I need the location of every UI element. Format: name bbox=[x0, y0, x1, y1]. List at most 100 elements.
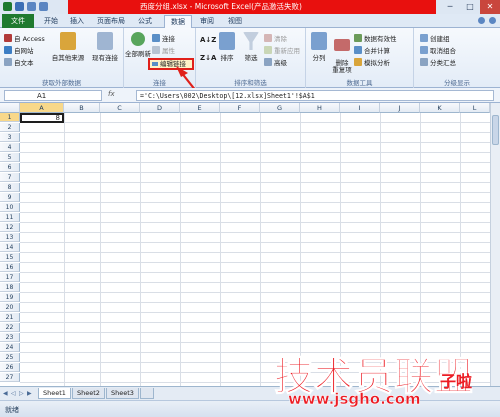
from-text-button[interactable]: 自文本 bbox=[4, 57, 34, 67]
formula-input[interactable]: ='C:\Users\002\Desktop\[12.xlsx]Sheet1'!… bbox=[136, 90, 494, 101]
what-if-button[interactable]: 模拟分析 bbox=[354, 57, 390, 67]
row-header[interactable]: 21 bbox=[0, 313, 20, 322]
row-header[interactable]: 17 bbox=[0, 273, 20, 282]
row-header[interactable]: 4 bbox=[0, 143, 20, 152]
column-header[interactable]: L bbox=[460, 103, 490, 113]
subtotal-button[interactable]: 分类汇总 bbox=[420, 57, 456, 67]
consolidate-button[interactable]: 合并计算 bbox=[354, 45, 390, 55]
advanced-button[interactable]: 高级 bbox=[264, 57, 287, 67]
row-header[interactable]: 27 bbox=[0, 373, 20, 382]
row-header[interactable]: 6 bbox=[0, 163, 20, 172]
next-sheet-icon[interactable]: ▷ bbox=[19, 390, 24, 397]
row-header[interactable]: 11 bbox=[0, 213, 20, 222]
refresh-all-button[interactable]: 全部刷新 bbox=[124, 32, 152, 58]
column-header[interactable]: E bbox=[180, 103, 220, 113]
column-header[interactable]: C bbox=[100, 103, 140, 113]
tab-insert[interactable]: 插入 bbox=[66, 15, 88, 28]
sheet-tab-sheet1[interactable]: Sheet1 bbox=[38, 388, 71, 399]
row-header[interactable]: 7 bbox=[0, 173, 20, 182]
row-header[interactable]: 1 bbox=[0, 113, 20, 122]
from-other-sources-button[interactable]: 自其他来源 bbox=[48, 32, 88, 62]
worksheet-grid[interactable]: A B C D E F G H I J K L 1 2 3 4 5 6 7 8 9 10 11 12 1… bbox=[0, 103, 490, 386]
fx-icon[interactable]: fx bbox=[108, 90, 115, 98]
existing-connections-button[interactable]: 现有连接 bbox=[88, 32, 122, 62]
row-header[interactable]: 3 bbox=[0, 133, 20, 142]
help-icon[interactable] bbox=[478, 17, 485, 24]
prev-sheet-icon[interactable]: ◁ bbox=[11, 390, 16, 397]
reapply-button[interactable]: 重新应用 bbox=[264, 45, 300, 55]
column-header[interactable]: G bbox=[260, 103, 300, 113]
column-header[interactable]: K bbox=[420, 103, 460, 113]
ungroup-button[interactable]: 取消组合 bbox=[420, 45, 456, 55]
save-icon[interactable] bbox=[15, 2, 24, 11]
from-web-button[interactable]: 自网站 bbox=[4, 45, 34, 55]
row-header[interactable]: 9 bbox=[0, 193, 20, 202]
from-access-button[interactable]: 自 Access bbox=[4, 33, 45, 43]
row-header[interactable]: 20 bbox=[0, 303, 20, 312]
row-header[interactable]: 23 bbox=[0, 333, 20, 342]
sort-button[interactable]: 排序 bbox=[216, 32, 238, 62]
row-header[interactable]: 18 bbox=[0, 283, 20, 292]
close-button[interactable]: ✕ bbox=[480, 0, 500, 14]
column-header[interactable]: F bbox=[220, 103, 260, 113]
group-button[interactable]: 创建组 bbox=[420, 33, 450, 43]
row-header[interactable]: 2 bbox=[0, 123, 20, 132]
column-header[interactable]: A bbox=[20, 103, 64, 113]
row-header[interactable]: 24 bbox=[0, 343, 20, 352]
row-header[interactable]: 14 bbox=[0, 243, 20, 252]
row-header[interactable]: 8 bbox=[0, 183, 20, 192]
filter-button[interactable]: 筛选 bbox=[240, 32, 262, 62]
vertical-scrollbar[interactable] bbox=[490, 103, 500, 386]
column-header[interactable]: J bbox=[380, 103, 420, 113]
tab-data[interactable]: 数据 bbox=[164, 15, 192, 28]
sort-az-button[interactable]: A↓Z bbox=[200, 36, 216, 44]
row-header[interactable]: 10 bbox=[0, 203, 20, 212]
remove-duplicates-button[interactable]: 删除 重复项 bbox=[330, 32, 354, 74]
tab-file[interactable]: 文件 bbox=[2, 14, 34, 28]
tab-page-layout[interactable]: 页面布局 bbox=[92, 15, 130, 28]
connections-button[interactable]: 连接 bbox=[152, 33, 175, 43]
row-header[interactable]: 15 bbox=[0, 253, 20, 262]
edit-links-button[interactable]: 编辑链接 bbox=[148, 58, 194, 70]
row-header[interactable]: 16 bbox=[0, 263, 20, 272]
row-header[interactable]: 25 bbox=[0, 353, 20, 362]
column-header[interactable]: B bbox=[64, 103, 100, 113]
name-box[interactable]: A1 bbox=[4, 90, 102, 101]
select-all-corner[interactable] bbox=[0, 103, 20, 113]
sheet-tab-sheet2[interactable]: Sheet2 bbox=[72, 388, 105, 399]
row-header[interactable]: 26 bbox=[0, 363, 20, 372]
filter-icon bbox=[243, 32, 259, 50]
row-header[interactable]: 5 bbox=[0, 153, 20, 162]
column-header[interactable]: H bbox=[300, 103, 340, 113]
cell-a1[interactable]: 8 bbox=[20, 113, 64, 123]
first-sheet-icon[interactable]: ◀ bbox=[3, 390, 8, 397]
last-sheet-icon[interactable]: ▶ bbox=[27, 390, 32, 397]
row-header[interactable]: 12 bbox=[0, 223, 20, 232]
row-header[interactable]: 13 bbox=[0, 233, 20, 242]
column-header[interactable]: I bbox=[340, 103, 380, 113]
split-icon bbox=[311, 32, 327, 50]
redo-icon[interactable] bbox=[39, 2, 48, 11]
scrollbar-thumb[interactable] bbox=[492, 115, 499, 145]
column-header[interactable]: D bbox=[140, 103, 180, 113]
tab-formulas[interactable]: 公式 bbox=[134, 15, 156, 28]
sort-za-button[interactable]: Z↓A bbox=[200, 54, 216, 62]
minimize-ribbon-icon[interactable] bbox=[489, 17, 496, 24]
from-access-label: 自 Access bbox=[14, 35, 45, 43]
tab-review[interactable]: 审阅 bbox=[196, 15, 218, 28]
undo-icon[interactable] bbox=[27, 2, 36, 11]
row-header[interactable]: 22 bbox=[0, 323, 20, 332]
grid-line bbox=[20, 202, 490, 203]
row-header[interactable]: 19 bbox=[0, 293, 20, 302]
text-to-columns-button[interactable]: 分列 bbox=[308, 32, 330, 62]
clear-button[interactable]: 清除 bbox=[264, 33, 287, 43]
from-other-label: 自其他来源 bbox=[51, 54, 85, 62]
data-validation-button[interactable]: 数据有效性 bbox=[354, 33, 397, 43]
tab-view[interactable]: 视图 bbox=[224, 15, 246, 28]
properties-button[interactable]: 属性 bbox=[152, 45, 175, 55]
minimize-button[interactable]: ─ bbox=[440, 0, 460, 14]
sheet-tab-sheet3[interactable]: Sheet3 bbox=[106, 388, 139, 399]
tab-home[interactable]: 开始 bbox=[40, 15, 62, 28]
insert-sheet-icon[interactable] bbox=[140, 388, 154, 399]
maximize-button[interactable]: □ bbox=[460, 0, 480, 14]
